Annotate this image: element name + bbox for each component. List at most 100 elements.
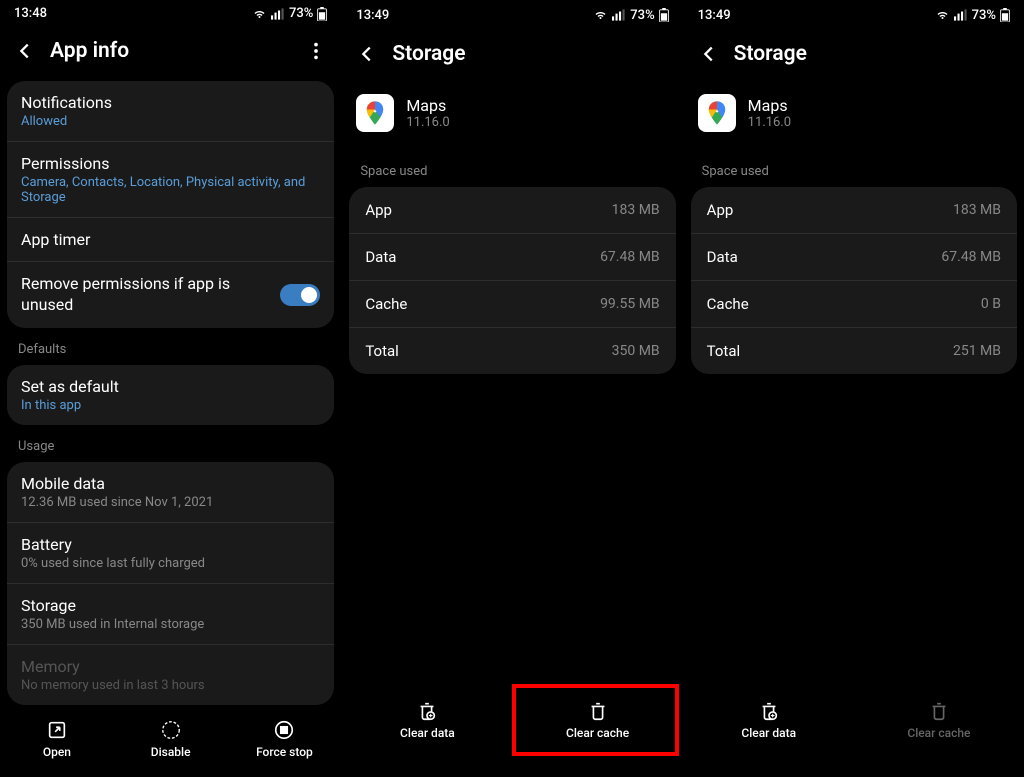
storage-card: App 183 MB Data 67.48 MB Cache 99.55 MB … xyxy=(349,187,675,374)
button-label: Clear cache xyxy=(566,726,629,740)
settings-card: Notifications Allowed Permissions Camera… xyxy=(7,81,334,328)
disable-icon xyxy=(160,719,182,741)
clear-data-button[interactable]: Clear data xyxy=(684,696,854,744)
battery-text: 73% xyxy=(289,6,313,21)
battery-icon xyxy=(659,8,669,22)
button-label: Open xyxy=(43,745,71,759)
app-info-row: Maps 11.16.0 xyxy=(684,84,1024,150)
screen-storage-after: 13:49 73% Storage Maps 11.16.0 Space use… xyxy=(683,0,1024,758)
app-text: Maps 11.16.0 xyxy=(748,96,791,130)
storage-value: 67.48 MB xyxy=(941,249,1001,265)
wifi-icon xyxy=(593,9,608,21)
back-icon[interactable] xyxy=(14,40,36,62)
row-label: Battery xyxy=(21,535,320,554)
permissions-row[interactable]: Permissions Camera, Contacts, Location, … xyxy=(7,142,334,218)
bottom-bar: Open Disable Force stop xyxy=(0,705,341,777)
open-icon xyxy=(46,719,68,741)
storage-label: Total xyxy=(707,342,741,360)
storage-value: 183 MB xyxy=(612,202,660,218)
app-timer-row[interactable]: App timer xyxy=(7,218,334,262)
signal-icon xyxy=(271,8,285,20)
storage-value: 0 B xyxy=(981,296,1001,312)
clear-cache-button[interactable]: Clear cache xyxy=(513,696,683,744)
toggle-switch[interactable] xyxy=(280,284,320,306)
storage-cache-row: Cache 99.55 MB xyxy=(349,281,675,328)
row-label: Notifications xyxy=(21,93,320,112)
storage-value: 183 MB xyxy=(953,202,1001,218)
signal-icon xyxy=(612,9,626,21)
row-label: Remove permissions if app is unused xyxy=(21,274,278,316)
bottom-bar: Clear data Clear cache xyxy=(342,686,682,758)
button-label: Clear data xyxy=(741,726,796,740)
row-label: Permissions xyxy=(21,154,320,173)
force-stop-button[interactable]: Force stop xyxy=(239,715,329,763)
maps-app-icon xyxy=(356,94,394,132)
app-version: 11.16.0 xyxy=(406,115,449,130)
trash-icon xyxy=(758,700,780,722)
button-label: Clear cache xyxy=(907,726,970,740)
status-time: 13:49 xyxy=(356,8,389,23)
trash-icon xyxy=(416,700,438,722)
status-bar: 13:49 73% xyxy=(684,0,1024,28)
back-icon[interactable] xyxy=(698,43,720,65)
open-button[interactable]: Open xyxy=(12,715,102,763)
clear-cache-button: Clear cache xyxy=(854,696,1024,744)
battery-icon xyxy=(317,7,327,21)
storage-label: App xyxy=(707,201,734,219)
page-title: Storage xyxy=(734,42,1010,66)
mobile-data-row[interactable]: Mobile data 12.36 MB used since Nov 1, 2… xyxy=(7,462,334,523)
battery-row[interactable]: Battery 0% used since last fully charged xyxy=(7,523,334,584)
app-info-row: Maps 11.16.0 xyxy=(342,84,682,150)
storage-label: Total xyxy=(365,342,399,360)
clear-data-button[interactable]: Clear data xyxy=(342,696,512,744)
storage-label: Data xyxy=(707,248,738,266)
row-sub: No memory used in last 3 hours xyxy=(21,678,320,693)
header: App info xyxy=(0,25,341,81)
status-right: 73% xyxy=(593,8,668,23)
signal-icon xyxy=(954,9,968,21)
row-label: Storage xyxy=(21,596,320,615)
status-right: 73% xyxy=(935,8,1010,23)
wifi-icon xyxy=(252,8,267,20)
app-version: 11.16.0 xyxy=(748,115,791,130)
page-title: App info xyxy=(50,39,291,63)
storage-label: App xyxy=(365,201,392,219)
row-sub: 350 MB used in Internal storage xyxy=(21,617,320,632)
disable-button[interactable]: Disable xyxy=(126,715,216,763)
storage-card: App 183 MB Data 67.48 MB Cache 0 B Total… xyxy=(691,187,1017,374)
row-sub: 12.36 MB used since Nov 1, 2021 xyxy=(21,495,320,510)
status-bar: 13:49 73% xyxy=(342,0,682,28)
memory-row[interactable]: Memory No memory used in last 3 hours xyxy=(7,645,334,705)
battery-icon xyxy=(1000,8,1010,22)
storage-label: Cache xyxy=(707,295,749,313)
row-label: Mobile data xyxy=(21,474,320,493)
status-right: 73% xyxy=(252,6,327,21)
app-name: Maps xyxy=(406,96,449,115)
more-icon[interactable] xyxy=(305,40,327,62)
status-time: 13:49 xyxy=(698,8,731,23)
notifications-row[interactable]: Notifications Allowed xyxy=(7,81,334,142)
bottom-bar: Clear data Clear cache xyxy=(684,686,1024,758)
wifi-icon xyxy=(935,9,950,21)
storage-label: Cache xyxy=(365,295,407,313)
remove-permissions-row[interactable]: Remove permissions if app is unused xyxy=(7,262,334,328)
row-sub: Camera, Contacts, Location, Physical act… xyxy=(21,175,320,205)
set-default-row[interactable]: Set as default In this app xyxy=(7,365,334,425)
app-text: Maps 11.16.0 xyxy=(406,96,449,130)
storage-value: 350 MB xyxy=(612,343,660,359)
row-label: Set as default xyxy=(21,377,320,396)
storage-label: Data xyxy=(365,248,396,266)
back-icon[interactable] xyxy=(356,43,378,65)
button-label: Clear data xyxy=(400,726,455,740)
storage-value: 67.48 MB xyxy=(600,249,660,265)
storage-row[interactable]: Storage 350 MB used in Internal storage xyxy=(7,584,334,645)
header: Storage xyxy=(684,28,1024,84)
page-title: Storage xyxy=(392,42,668,66)
row-label: App timer xyxy=(21,230,320,249)
storage-app-row: App 183 MB xyxy=(349,187,675,234)
storage-value: 251 MB xyxy=(953,343,1001,359)
storage-data-row: Data 67.48 MB xyxy=(691,234,1017,281)
space-used-header: Space used xyxy=(684,150,1024,187)
storage-data-row: Data 67.48 MB xyxy=(349,234,675,281)
status-bar: 13:48 73% xyxy=(0,0,341,25)
